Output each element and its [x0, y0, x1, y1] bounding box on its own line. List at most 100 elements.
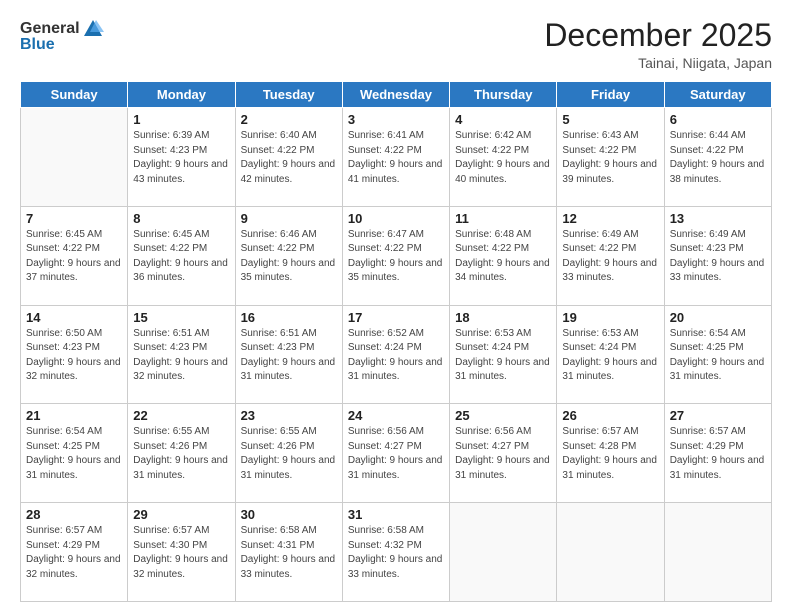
daylight-label: Daylight: 9 hours and 31 minutes. — [455, 357, 550, 383]
sunset-label: Sunset: 4:22 PM — [562, 145, 636, 156]
sunrise-label: Sunrise: 6:48 AM — [455, 229, 531, 240]
sunrise-label: Sunrise: 6:45 AM — [26, 229, 102, 240]
calendar-cell: 30Sunrise: 6:58 AMSunset: 4:31 PMDayligh… — [235, 503, 342, 602]
logo-blue: Blue — [20, 36, 55, 54]
daylight-label: Daylight: 9 hours and 31 minutes. — [26, 455, 121, 481]
logo-icon — [82, 18, 104, 40]
day-number: 18 — [455, 310, 551, 325]
day-info: Sunrise: 6:49 AMSunset: 4:22 PMDaylight:… — [562, 228, 658, 286]
daylight-label: Daylight: 9 hours and 41 minutes. — [348, 159, 443, 185]
calendar-cell — [557, 503, 664, 602]
sunrise-label: Sunrise: 6:50 AM — [26, 328, 102, 339]
daylight-label: Daylight: 9 hours and 36 minutes. — [133, 258, 228, 284]
day-number: 3 — [348, 112, 444, 127]
daylight-label: Daylight: 9 hours and 37 minutes. — [26, 258, 121, 284]
calendar-cell: 29Sunrise: 6:57 AMSunset: 4:30 PMDayligh… — [128, 503, 235, 602]
sunset-label: Sunset: 4:22 PM — [348, 243, 422, 254]
day-number: 30 — [241, 507, 337, 522]
calendar-cell: 19Sunrise: 6:53 AMSunset: 4:24 PMDayligh… — [557, 305, 664, 404]
day-info: Sunrise: 6:51 AM Sunset: 4:23 PM Daylight:… — [241, 327, 337, 385]
sunrise-label: Sunrise: 6:54 AM — [26, 426, 102, 437]
day-number: 12 — [562, 211, 658, 226]
day-info: Sunrise: 6:43 AMSunset: 4:22 PMDaylight:… — [562, 129, 658, 187]
day-number: 9 — [241, 211, 337, 226]
weekday-row: Sunday Monday Tuesday Wednesday Thursday… — [21, 82, 772, 108]
calendar-week-3: 21Sunrise: 6:54 AMSunset: 4:25 PMDayligh… — [21, 404, 772, 503]
calendar-cell: 10Sunrise: 6:47 AMSunset: 4:22 PMDayligh… — [342, 206, 449, 305]
sunrise-label: Sunrise: 6:49 AM — [562, 229, 638, 240]
sunrise-label: Sunrise: 6:54 AM — [670, 328, 746, 339]
daylight-label: Daylight: 9 hours and 32 minutes. — [133, 357, 228, 383]
sunrise-label: Sunrise: 6:47 AM — [348, 229, 424, 240]
logo: General Blue — [20, 18, 104, 54]
sunset-label: Sunset: 4:22 PM — [241, 243, 315, 254]
day-number: 6 — [670, 112, 766, 127]
calendar-cell: 2Sunrise: 6:40 AMSunset: 4:22 PMDaylight… — [235, 108, 342, 207]
sunrise-label: Sunrise: 6:57 AM — [133, 525, 209, 536]
sunset-label: Sunset: 4:22 PM — [670, 145, 744, 156]
sunset-label: Sunset: 4:22 PM — [26, 243, 100, 254]
weekday-tuesday: Tuesday — [235, 82, 342, 108]
sunset-label: Sunset: 4:23 PM — [670, 243, 744, 254]
calendar-header: Sunday Monday Tuesday Wednesday Thursday… — [21, 82, 772, 108]
daylight-label: Daylight: 9 hours and 43 minutes. — [133, 159, 228, 185]
calendar-cell — [664, 503, 771, 602]
day-info: Sunrise: 6:55 AMSunset: 4:26 PMDaylight:… — [133, 425, 229, 483]
sunset-label: Sunset: 4:22 PM — [455, 243, 529, 254]
daylight-label: Daylight: 9 hours and 33 minutes. — [348, 554, 443, 580]
sunrise-label: Sunrise: 6:49 AM — [670, 229, 746, 240]
sunrise-label: Sunrise: 6:52 AM — [348, 328, 424, 339]
calendar-cell: 7 Sunrise: 6:45 AM Sunset: 4:22 PM Daylight… — [21, 206, 128, 305]
day-number: 29 — [133, 507, 229, 522]
day-number: 28 — [26, 507, 122, 522]
daylight-label: Daylight: 9 hours and 31 minutes. — [455, 455, 550, 481]
calendar-week-0: 1Sunrise: 6:39 AMSunset: 4:23 PMDaylight… — [21, 108, 772, 207]
day-number: 16 — [241, 310, 337, 325]
daylight-label: Daylight: 9 hours and 31 minutes. — [241, 357, 336, 383]
calendar-cell: 6Sunrise: 6:44 AMSunset: 4:22 PMDaylight… — [664, 108, 771, 207]
calendar-cell: 24Sunrise: 6:56 AMSunset: 4:27 PMDayligh… — [342, 404, 449, 503]
day-info: Sunrise: 6:57 AMSunset: 4:29 PMDaylight:… — [670, 425, 766, 483]
sunrise-label: Sunrise: 6:57 AM — [670, 426, 746, 437]
sunrise-label: Sunrise: 6:51 AM — [241, 328, 317, 339]
calendar-week-4: 28 Sunrise: 6:57 AM Sunset: 4:29 PM Dayligh… — [21, 503, 772, 602]
daylight-label: Daylight: 9 hours and 33 minutes. — [241, 554, 336, 580]
daylight-label: Daylight: 9 hours and 40 minutes. — [455, 159, 550, 185]
calendar-cell: 12 Sunrise: 6:49 AMSunset: 4:22 PMDayligh… — [557, 206, 664, 305]
day-info: Sunrise: 6:54 AMSunset: 4:25 PMDaylight:… — [670, 327, 766, 385]
day-info: Sunrise: 6:57 AMSunset: 4:28 PMDaylight:… — [562, 425, 658, 483]
day-info: Sunrise: 6:53 AMSunset: 4:24 PMDaylight:… — [562, 327, 658, 385]
calendar-cell — [21, 108, 128, 207]
day-number: 10 — [348, 211, 444, 226]
day-number: 7 — [26, 211, 122, 226]
sunrise-label: Sunrise: 6:58 AM — [241, 525, 317, 536]
sunset-label: Sunset: 4:29 PM — [26, 540, 100, 551]
daylight-label: Daylight: 9 hours and 42 minutes. — [241, 159, 336, 185]
sunrise-label: Sunrise: 6:39 AM — [133, 130, 209, 141]
day-info: Sunrise: 6:42 AMSunset: 4:22 PMDaylight:… — [455, 129, 551, 187]
calendar-cell: 13Sunrise: 6:49 AMSunset: 4:23 PMDayligh… — [664, 206, 771, 305]
sunrise-label: Sunrise: 6:58 AM — [348, 525, 424, 536]
sunrise-label: Sunrise: 6:56 AM — [455, 426, 531, 437]
calendar-cell: 16 Sunrise: 6:51 AM Sunset: 4:23 PM Dayligh… — [235, 305, 342, 404]
sunset-label: Sunset: 4:23 PM — [241, 342, 315, 353]
sunset-label: Sunset: 4:22 PM — [455, 145, 529, 156]
calendar-week-2: 14Sunrise: 6:50 AMSunset: 4:23 PMDayligh… — [21, 305, 772, 404]
header: General Blue December 2025 Tainai, Niiga… — [20, 18, 772, 71]
sunset-label: Sunset: 4:22 PM — [348, 145, 422, 156]
page: General Blue December 2025 Tainai, Niiga… — [0, 0, 792, 612]
day-info: Sunrise: 6:50 AMSunset: 4:23 PMDaylight:… — [26, 327, 122, 385]
sunset-label: Sunset: 4:25 PM — [26, 441, 100, 452]
day-number: 22 — [133, 408, 229, 423]
calendar-cell: 17Sunrise: 6:52 AMSunset: 4:24 PMDayligh… — [342, 305, 449, 404]
sunset-label: Sunset: 4:32 PM — [348, 540, 422, 551]
calendar-cell: 9Sunrise: 6:46 AMSunset: 4:22 PMDaylight… — [235, 206, 342, 305]
sunset-label: Sunset: 4:26 PM — [241, 441, 315, 452]
day-number: 27 — [670, 408, 766, 423]
daylight-label: Daylight: 9 hours and 31 minutes. — [670, 357, 765, 383]
calendar-cell: 1Sunrise: 6:39 AMSunset: 4:23 PMDaylight… — [128, 108, 235, 207]
sunset-label: Sunset: 4:24 PM — [455, 342, 529, 353]
sunset-label: Sunset: 4:29 PM — [670, 441, 744, 452]
calendar-cell — [450, 503, 557, 602]
calendar-body: 1Sunrise: 6:39 AMSunset: 4:23 PMDaylight… — [21, 108, 772, 602]
